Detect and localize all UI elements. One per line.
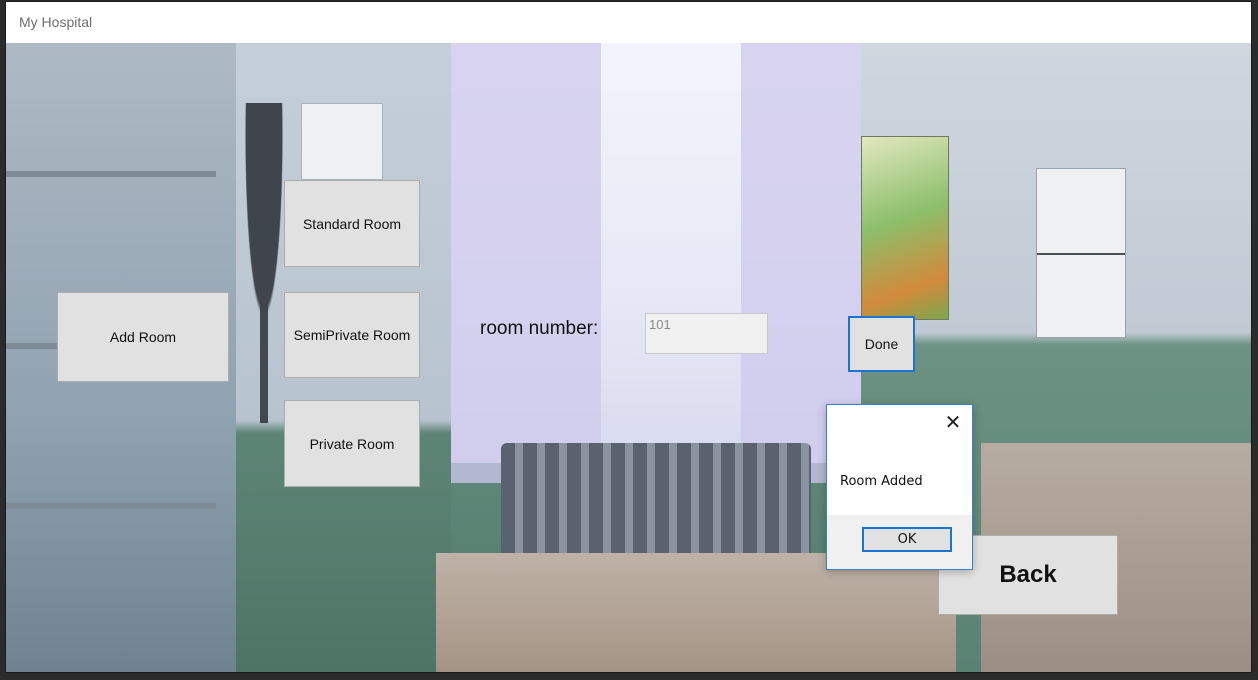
done-button[interactable]: Done xyxy=(848,316,915,372)
background-calendar xyxy=(1036,168,1126,338)
background-curtain-left xyxy=(451,43,601,483)
room-number-label: room number: xyxy=(480,318,599,339)
background-wall-chart xyxy=(301,103,383,180)
room-number-input[interactable]: 101 xyxy=(645,313,768,354)
close-icon[interactable]: ✕ xyxy=(942,411,964,433)
background-bed-front xyxy=(436,553,956,672)
window-title: My Hospital xyxy=(19,14,93,30)
message-box-dialog: ✕ Room Added OK xyxy=(826,404,973,570)
background-poster xyxy=(861,136,949,320)
semiprivate-room-button[interactable]: SemiPrivate Room xyxy=(284,292,420,378)
app-window: My Hospital Add Room Standard Room SemiP… xyxy=(6,2,1251,672)
standard-room-button[interactable]: Standard Room xyxy=(284,180,420,267)
title-bar[interactable]: My Hospital xyxy=(6,2,1251,44)
private-room-button[interactable]: Private Room xyxy=(284,400,420,487)
message-box-footer: OK xyxy=(827,515,972,569)
ok-button[interactable]: OK xyxy=(862,527,952,552)
message-text: Room Added xyxy=(840,474,923,489)
add-room-button[interactable]: Add Room xyxy=(57,292,229,382)
form-client-area: Add Room Standard Room SemiPrivate Room … xyxy=(6,43,1251,672)
